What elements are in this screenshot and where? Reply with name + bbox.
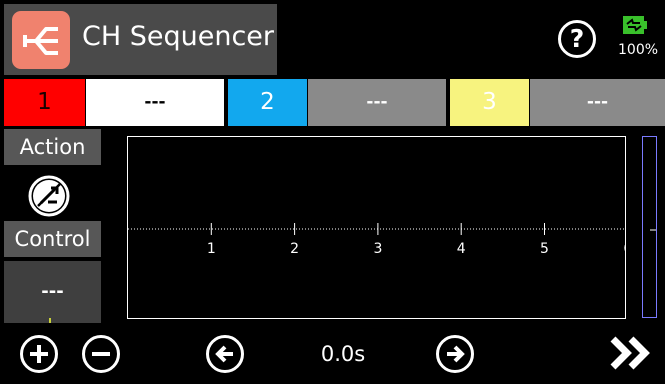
battery-percent: 100%: [618, 42, 659, 58]
timeline-tick-label: 5: [540, 241, 549, 257]
timeline-tick-label: 3: [373, 241, 382, 257]
page-title: CH Sequencer: [82, 21, 275, 52]
help-icon[interactable]: ?: [558, 20, 596, 58]
minus-icon[interactable]: [82, 335, 120, 373]
channel-3-number[interactable]: 3: [450, 79, 529, 126]
arrow-right-icon[interactable]: [436, 335, 474, 373]
timeline-tick-label: 6: [623, 241, 626, 257]
time-readout: 0.0s: [320, 342, 366, 366]
control-label: Control: [4, 221, 101, 257]
channel-3-value[interactable]: ---: [530, 79, 665, 126]
double-chevron-right-icon[interactable]: [609, 334, 655, 372]
channel-1-number[interactable]: 1: [4, 79, 85, 126]
sequencer-icon[interactable]: [12, 11, 70, 69]
arrow-left-icon[interactable]: [206, 335, 244, 373]
timeline-chart[interactable]: 1 2 3 4 5 6: [127, 136, 626, 319]
timeline-svg: 1 2 3 4 5 6: [128, 223, 626, 257]
control-marker: [49, 318, 51, 323]
plus-icon[interactable]: [20, 335, 58, 373]
channel-2-value[interactable]: ---: [308, 79, 446, 126]
action-icon[interactable]: [27, 174, 71, 218]
battery-icon: [622, 15, 647, 35]
channel-2-number[interactable]: 2: [228, 79, 307, 126]
timeline-tick-label: 4: [457, 241, 466, 257]
action-label: Action: [4, 129, 101, 165]
timeline-tick-label: 1: [207, 241, 216, 257]
control-value[interactable]: ---: [4, 261, 101, 323]
timeline-tick-label: 2: [290, 241, 299, 257]
channel-1-value[interactable]: ---: [86, 79, 224, 126]
vertical-scrollbar[interactable]: [642, 136, 657, 318]
